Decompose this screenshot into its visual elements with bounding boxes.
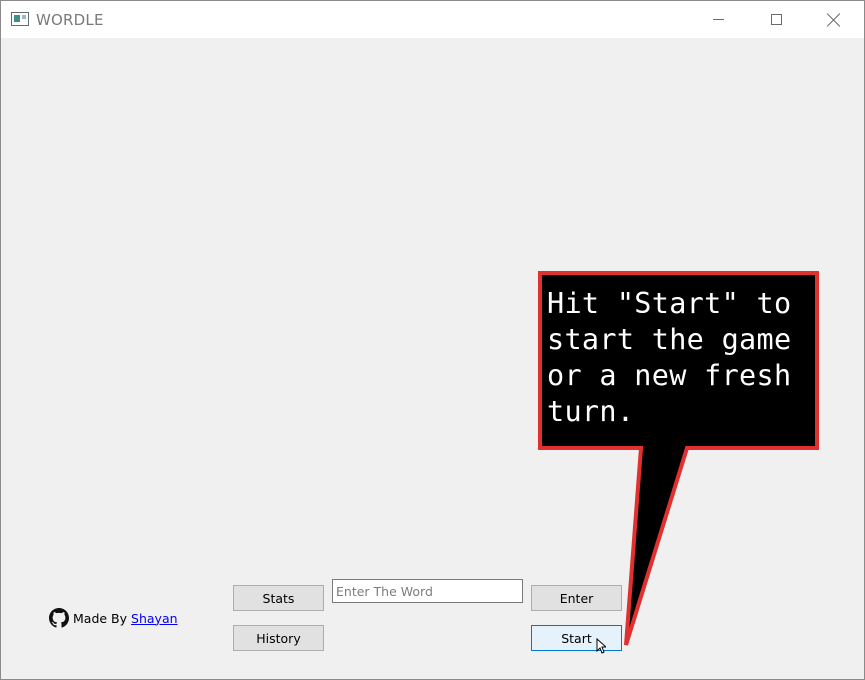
stats-button[interactable]: Stats (233, 585, 324, 611)
word-input[interactable] (332, 579, 523, 603)
app-icon (11, 12, 29, 26)
credit-label: Made By (73, 610, 128, 626)
maximize-button[interactable] (753, 1, 799, 38)
github-icon (49, 608, 69, 628)
app-window: WORDLE Stats History Enter Start Made By… (0, 0, 865, 680)
close-icon (827, 13, 841, 27)
history-button[interactable]: History (233, 625, 324, 651)
callout-text: Hit "Start" to start the game or a new f… (547, 287, 792, 428)
credit: Made By Shayan (49, 608, 178, 628)
close-button[interactable] (811, 1, 857, 38)
start-button[interactable]: Start (531, 625, 622, 651)
maximize-icon (770, 14, 782, 25)
minimize-button[interactable] (695, 1, 741, 38)
author-link[interactable]: Shayan (131, 611, 178, 626)
enter-button[interactable]: Enter (531, 585, 622, 611)
mouse-cursor-icon (596, 638, 606, 654)
minimize-icon (712, 19, 724, 20)
title-bar[interactable]: WORDLE (1, 1, 864, 38)
window-title: WORDLE (36, 11, 104, 29)
